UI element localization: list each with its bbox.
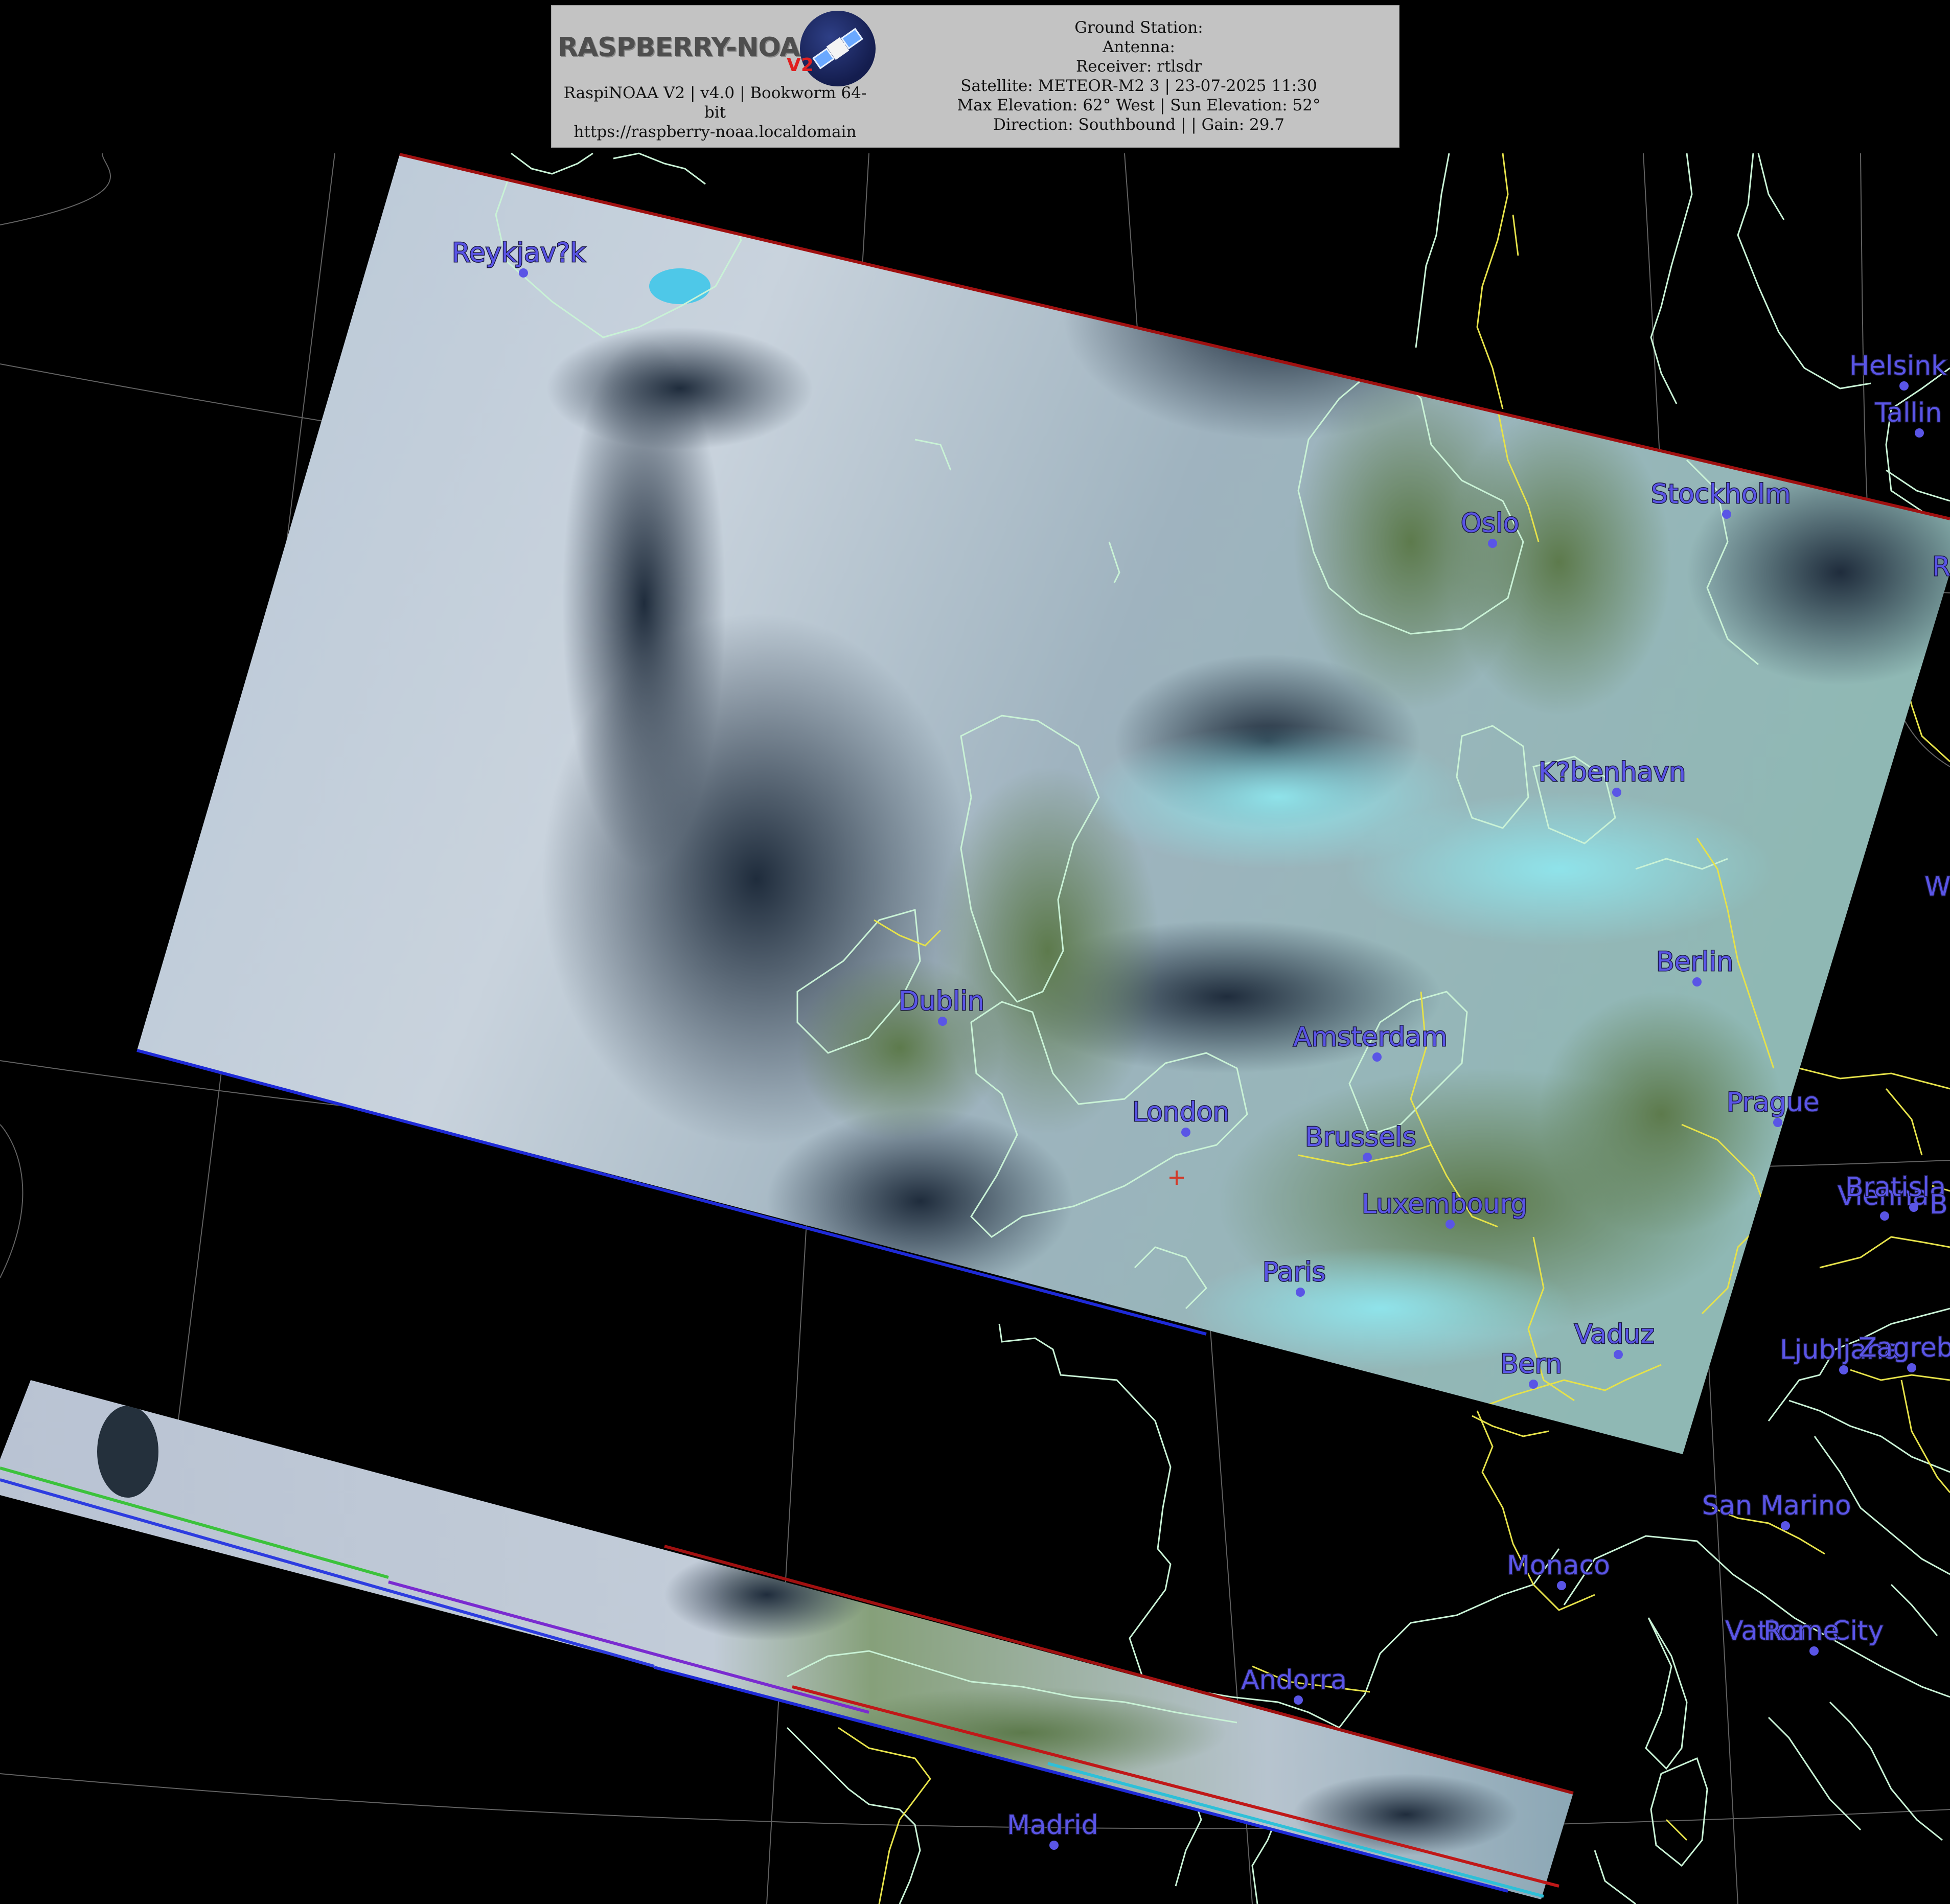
satellite-image-main: [137, 154, 1950, 1454]
city-label-helsinki: Helsink: [1849, 351, 1946, 381]
receiver-text: Receiver: rtlsdr: [1075, 57, 1202, 76]
city-rome: Rome: [1763, 1615, 1840, 1647]
city-label-reykjavik: Reykjav?k: [452, 238, 585, 268]
city-label-rome: Rome: [1763, 1616, 1839, 1646]
city-label-dublin: Dublin: [899, 986, 984, 1017]
city-label-zagreb: Zagreb: [1859, 1333, 1950, 1363]
direction-text: Direction: Southbound | | Gain: 29.7: [993, 116, 1285, 134]
city-label-edge-w: W: [1924, 871, 1950, 902]
software-url: https://raspberry-noaa.localdomain: [573, 123, 857, 141]
city-label-andorra: Andorra: [1241, 1665, 1347, 1695]
pass-info-header: RASPBERRY-NOAA V2 RaspiNOAA V2 | v4.0 | …: [551, 5, 1400, 148]
software-info: RaspiNOAA V2 | v4.0 | Bookworm 64- bit h…: [552, 83, 879, 142]
elevation-text: Max Elevation: 62° West | Sun Elevation:…: [957, 96, 1321, 114]
city-label-berlin: Berlin: [1656, 947, 1733, 977]
antenna-text: Antenna:: [1102, 38, 1175, 56]
ground-station-text: Ground Station:: [1074, 18, 1203, 37]
software-line-2: bit: [704, 103, 726, 122]
app-logo: RASPBERRY-NOAA V2 RaspiNOAA V2 | v4.0 | …: [552, 6, 879, 147]
city-madrid: Madrid: [1006, 1809, 1099, 1850]
city-label-amsterdam: Amsterdam: [1293, 1022, 1448, 1052]
city-label-paris: Paris: [1263, 1257, 1326, 1288]
satellite-map-view: Reykjav?k Helsink Tallin Stockholm Oslo …: [0, 0, 1950, 1904]
city-san-marino: San Marino: [1702, 1490, 1852, 1530]
city-label-edge-r: R: [1932, 552, 1950, 582]
city-label-luxembourg: Luxembourg: [1362, 1189, 1527, 1220]
city-label-oslo: Oslo: [1461, 508, 1519, 539]
city-zagreb: Zagreb: [1858, 1332, 1950, 1372]
city-label-madrid: Madrid: [1007, 1810, 1098, 1841]
map-canvas: Reykjav?k Helsink Tallin Stockholm Oslo …: [0, 152, 1950, 1904]
city-label-san-marino: San Marino: [1702, 1490, 1851, 1521]
city-tallinn: Tallin: [1874, 397, 1943, 438]
city-label-brussels: Brussels: [1305, 1122, 1416, 1153]
city-label-tallinn: Tallin: [1874, 398, 1942, 428]
logo-version-badge: V2: [787, 55, 814, 76]
station-info: Ground Station: Antenna: Receiver: rtlsd…: [879, 18, 1399, 134]
city-label-prague: Prague: [1727, 1087, 1820, 1118]
city-label-vaduz: Vaduz: [1574, 1319, 1655, 1350]
city-label-monaco: Monaco: [1507, 1550, 1610, 1581]
logo-wordmark: RASPBERRY-NOAA: [558, 32, 820, 63]
city-label-bern: Bern: [1500, 1349, 1562, 1380]
city-label-edge-b: B: [1930, 1189, 1948, 1220]
satellite-text: Satellite: METEOR-M2 3 | 23-07-2025 11:3…: [960, 77, 1317, 95]
city-andorra: Andorra: [1241, 1664, 1348, 1705]
software-line-1: RaspiNOAA V2 | v4.0 | Bookworm 64-: [563, 84, 867, 102]
city-label-stockholm: Stockholm: [1651, 479, 1791, 510]
city-label-kobenhavn: K?benhavn: [1539, 757, 1686, 788]
city-monaco: Monaco: [1506, 1550, 1611, 1590]
city-label-london: London: [1132, 1097, 1230, 1128]
satellite-image-strip: [0, 1380, 1573, 1899]
